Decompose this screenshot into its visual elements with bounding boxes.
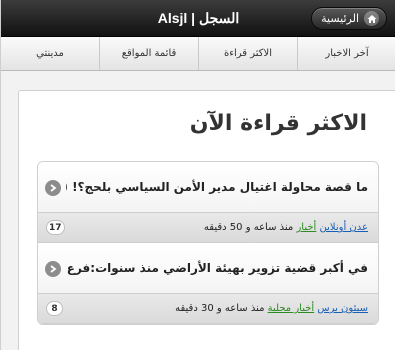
page: Alsjl | السجل الرئيسية آخر الاخبار الاكث… — [0, 0, 395, 350]
arrow-right-icon — [45, 261, 61, 277]
article-title: ما قصة محاولة اغتيال مدير الأمن السياسي … — [66, 180, 368, 194]
nav-item-my-city[interactable]: مدينتي — [1, 37, 99, 70]
source-link[interactable]: سيئون برس — [317, 303, 368, 314]
nav-item-latest-news[interactable]: آخر الاخبار — [297, 37, 395, 70]
article-item[interactable]: في أكبر قضية تزوير بهيئة الأراضي منذ سنو… — [38, 243, 378, 294]
source-link[interactable]: عدن أونلاين — [320, 222, 369, 233]
category-link[interactable]: أخبار محلية — [268, 303, 315, 314]
count-badge: 8 — [46, 301, 63, 316]
home-button[interactable]: الرئيسية — [311, 7, 387, 30]
nav-item-most-read[interactable]: الاكثر قراءة — [198, 37, 297, 70]
section-title: الاكثر قراءة الآن — [189, 111, 367, 136]
count-badge: 17 — [46, 220, 65, 235]
nav-item-sites-list[interactable]: قائمة المواقع — [99, 37, 198, 70]
article-title: في أكبر قضية تزوير بهيئة الأراضي منذ سنو… — [66, 261, 368, 275]
article-time: منذ ساعه و 50 دقيقه — [203, 222, 294, 233]
header-bar: Alsjl | السجل الرئيسية — [1, 0, 395, 37]
article-meta: سيئون برس أخبار محلية منذ ساعه و 30 دقيق… — [38, 294, 378, 324]
category-link[interactable]: أخبار — [296, 222, 316, 233]
article-list: ما قصة محاولة اغتيال مدير الأمن السياسي … — [37, 161, 379, 325]
home-button-label: الرئيسية — [321, 12, 359, 25]
arrow-right-icon — [45, 180, 61, 196]
home-icon — [364, 11, 379, 26]
nav-bar: آخر الاخبار الاكثر قراءة قائمة المواقع م… — [1, 37, 395, 71]
content-card: الاكثر قراءة الآن ما قصة محاولة اغتيال م… — [18, 90, 395, 350]
article-item[interactable]: ما قصة محاولة اغتيال مدير الأمن السياسي … — [38, 162, 378, 213]
article-meta: عدن أونلاين أخبار منذ ساعه و 50 دقيقه 17 — [38, 213, 378, 243]
article-time: منذ ساعه و 30 دقيقه — [175, 303, 265, 314]
